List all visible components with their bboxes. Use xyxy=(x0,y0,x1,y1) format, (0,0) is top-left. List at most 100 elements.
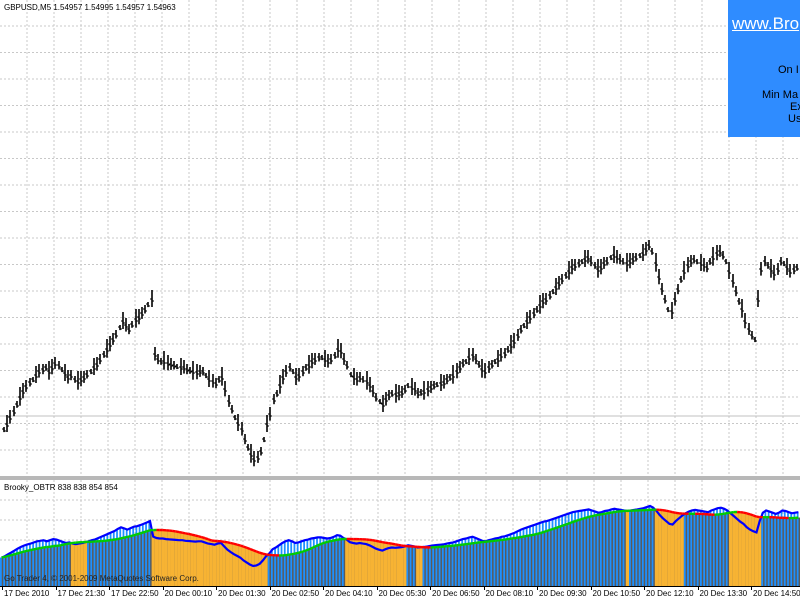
price-bar xyxy=(333,352,337,359)
ind-signal-line xyxy=(576,520,579,521)
info-panel: www.Bro On I Min Ma Ex Us xyxy=(728,0,800,137)
ind-bar-up xyxy=(484,541,486,586)
ind-bar-up xyxy=(442,544,444,586)
ind-bar-up xyxy=(297,542,299,586)
price-bar xyxy=(397,385,401,400)
price-bar xyxy=(102,351,106,358)
price-bar xyxy=(387,390,391,400)
ind-bar-up xyxy=(465,539,467,586)
price-chart-pane[interactable]: GBPUSD,M5 1.54957 1.54995 1.54957 1.5496… xyxy=(0,0,800,476)
ind-bar-up xyxy=(716,508,718,586)
price-bar xyxy=(41,364,45,374)
ind-signal-line xyxy=(263,554,266,555)
price-bar xyxy=(618,254,622,264)
price-bar xyxy=(227,395,231,407)
price-bar xyxy=(2,427,6,432)
ind-bar-up xyxy=(587,509,589,586)
ind-signal-line xyxy=(256,552,259,553)
ind-bar-up xyxy=(287,540,289,586)
ind-signal-line xyxy=(302,551,305,552)
price-bar xyxy=(506,346,510,353)
ind-bar-up xyxy=(448,543,450,586)
ind-signal-line xyxy=(124,537,127,538)
ind-bar-up xyxy=(487,540,489,586)
ind-bar-up xyxy=(765,510,767,586)
price-bar xyxy=(695,259,699,264)
ind-bar-up xyxy=(516,531,518,586)
ind-bar-up xyxy=(616,509,618,586)
ind-signal-line xyxy=(389,543,392,544)
ind-bar-up xyxy=(687,512,689,586)
price-bar xyxy=(747,323,751,335)
price-bar xyxy=(557,276,561,290)
price-bar xyxy=(278,375,282,394)
price-bar xyxy=(586,250,590,264)
ind-bar-up xyxy=(581,510,583,586)
time-axis-label: 20 Dec 09:30 xyxy=(539,589,587,598)
ind-signal-line xyxy=(176,531,179,532)
indicator-pane[interactable]: Brooky_OBTR 838 838 854 854 Go Trader 4,… xyxy=(0,480,800,586)
ind-bar-up xyxy=(452,542,454,586)
time-axis-label: 20 Dec 13:30 xyxy=(700,589,748,598)
price-bar xyxy=(150,290,154,307)
ind-bar-up xyxy=(713,509,715,586)
ind-bar-up xyxy=(0,558,2,586)
price-bar xyxy=(63,364,67,381)
price-bar xyxy=(731,274,735,288)
ind-bar-up xyxy=(274,547,276,586)
ind-signal-line xyxy=(140,532,143,533)
price-bar xyxy=(326,354,330,368)
ind-signal-line xyxy=(182,533,185,534)
ind-bar-up xyxy=(645,507,647,586)
ind-signal-line xyxy=(24,551,27,552)
ind-bar-up xyxy=(697,510,699,586)
ind-bar-up xyxy=(726,510,728,586)
ind-signal-line xyxy=(392,544,395,545)
ind-bar-up xyxy=(648,506,650,586)
ind-signal-line xyxy=(2,557,5,558)
price-bar xyxy=(657,269,661,284)
ind-bar-up xyxy=(284,541,286,586)
price-bar xyxy=(166,355,170,370)
price-bar xyxy=(560,274,564,284)
ind-bar-up xyxy=(513,533,515,586)
price-bar xyxy=(336,339,340,358)
ind-bar-up xyxy=(597,513,599,586)
ind-bar-up xyxy=(497,538,499,586)
price-bar xyxy=(650,248,654,255)
ind-bar-up xyxy=(474,538,476,586)
ind-bar-up xyxy=(719,508,721,586)
price-bar xyxy=(124,318,128,332)
price-bar xyxy=(44,364,48,371)
price-bar xyxy=(220,367,224,386)
ind-bar-up xyxy=(290,541,292,586)
ind-bar-up xyxy=(603,511,605,586)
price-bar xyxy=(214,378,218,388)
price-bar xyxy=(130,321,134,328)
price-bar xyxy=(435,382,439,387)
ind-bar-up xyxy=(613,509,615,586)
ind-bar-up xyxy=(503,536,505,586)
price-bar xyxy=(12,406,16,416)
ind-bar-up xyxy=(490,539,492,586)
price-bar xyxy=(769,259,773,278)
ind-bar-up xyxy=(594,512,596,586)
price-bar xyxy=(73,376,77,383)
price-bar xyxy=(291,369,295,374)
ind-bar-up xyxy=(777,513,779,586)
ind-bar-up xyxy=(774,514,776,586)
price-bar xyxy=(634,253,638,262)
price-bar xyxy=(663,295,667,304)
price-bar xyxy=(108,336,112,351)
ind-bar-up xyxy=(723,509,725,586)
price-bar xyxy=(638,253,642,258)
time-axis-label: 20 Dec 10:50 xyxy=(593,589,641,598)
ind-bar-up xyxy=(310,539,312,586)
ind-signal-line xyxy=(289,554,292,555)
ind-bar-up xyxy=(432,545,434,586)
info-line-1: On I xyxy=(778,64,799,76)
ind-bar-up xyxy=(268,553,270,586)
ind-bar-up xyxy=(494,539,496,586)
info-site-link[interactable]: www.Bro xyxy=(732,14,799,34)
time-axis-tick xyxy=(644,587,645,590)
